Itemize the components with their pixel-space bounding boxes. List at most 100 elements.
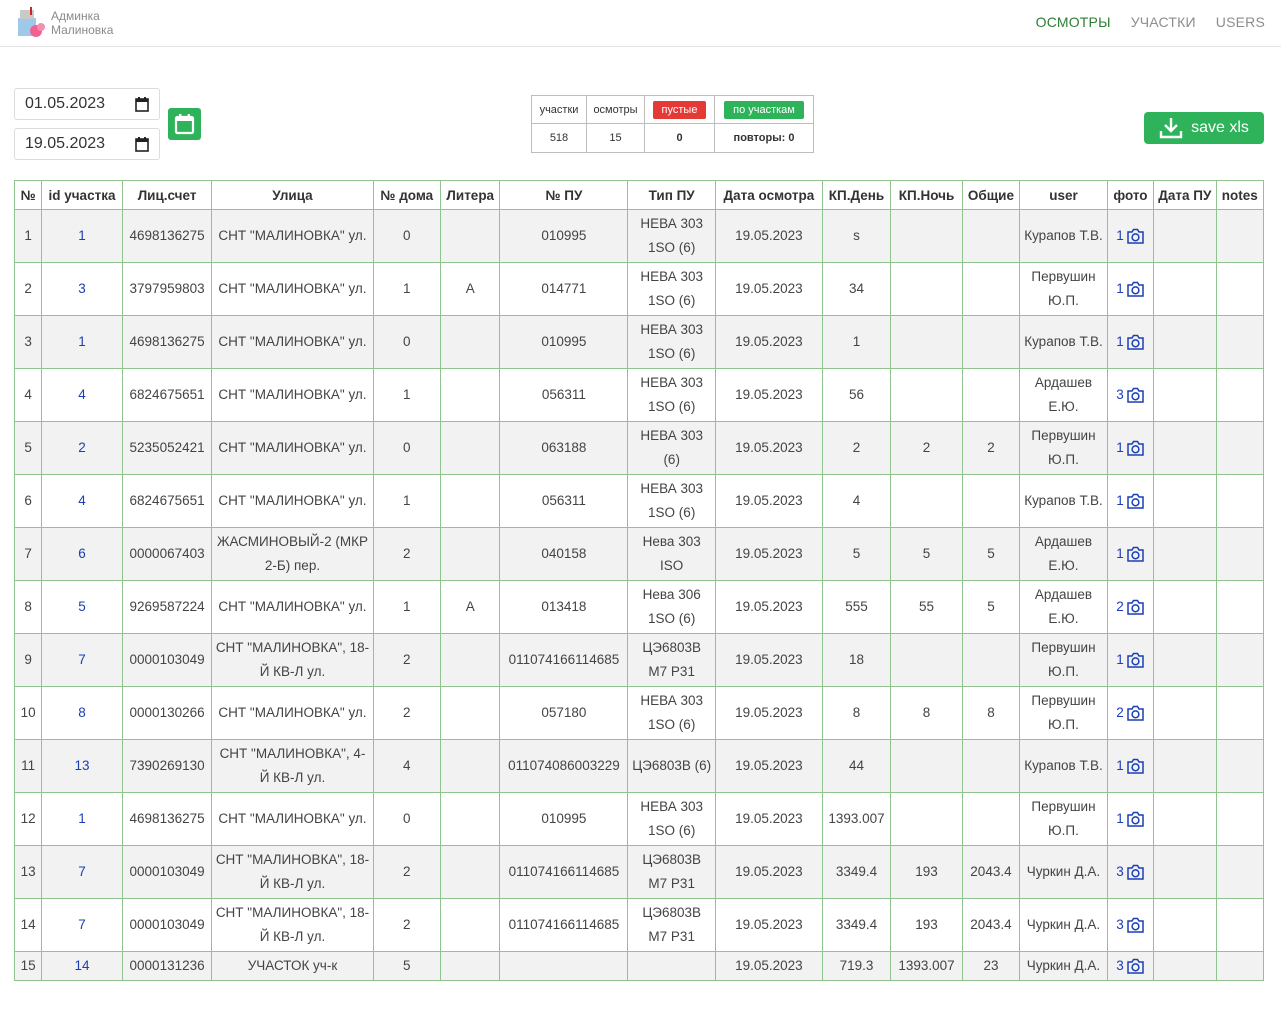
calendar-icon[interactable]: [135, 137, 149, 152]
cell-photo: 1: [1106, 792, 1155, 846]
cell-plot-id[interactable]: 4: [41, 474, 123, 528]
cell-meter-type: НЕВА 303 1SO (6): [627, 686, 716, 740]
cell-plot-id[interactable]: 1: [41, 209, 123, 263]
date-to-input[interactable]: 19.05.2023: [14, 128, 160, 160]
photo-link[interactable]: 1: [1116, 224, 1145, 248]
photo-count: 1: [1116, 440, 1124, 455]
cell-meter-no: 011074166114685: [499, 633, 629, 687]
date-from-value: 01.05.2023: [25, 95, 106, 112]
photo-link[interactable]: 1: [1116, 807, 1145, 831]
cell-house: 1: [372, 368, 442, 422]
date-from-input[interactable]: 01.05.2023: [14, 88, 160, 120]
cell-plot-id[interactable]: 14: [41, 951, 123, 981]
photo-link[interactable]: 1: [1116, 542, 1145, 566]
cell-notes: [1215, 580, 1265, 634]
camera-icon: [1126, 493, 1144, 509]
cell-plot-id[interactable]: 6: [41, 527, 123, 581]
cell-num: 10: [13, 686, 43, 740]
cell-plot-id[interactable]: 13: [41, 739, 123, 793]
photo-link[interactable]: 3: [1116, 383, 1145, 407]
cell-letter: [440, 315, 501, 369]
cell-letter: [440, 421, 501, 475]
nav-link-users[interactable]: USERS: [1216, 14, 1265, 30]
cell-letter: [440, 209, 501, 263]
cell-notes: [1215, 951, 1265, 981]
cell-plot-id[interactable]: 3: [41, 262, 123, 316]
cell-meter-date: [1153, 686, 1217, 740]
cell-meter-date: [1153, 792, 1217, 846]
cell-meter-type: ЦЭ6803В (6): [627, 739, 716, 793]
cell-plot-id[interactable]: 1: [41, 792, 123, 846]
save-xls-button[interactable]: save xls: [1144, 112, 1264, 144]
photo-link[interactable]: 1: [1116, 489, 1145, 513]
cell-account: 0000103049: [121, 898, 213, 952]
cell-kp-day: 1: [821, 315, 892, 369]
table-row: 3 1 4698136275 СНТ "МАЛИНОВКА" ул. 0 010995 НЕ…: [13, 315, 1265, 369]
brand-line-2: Малиновка: [51, 23, 114, 37]
photo-link[interactable]: 1: [1116, 754, 1145, 778]
photo-count: 3: [1116, 864, 1124, 879]
calendar-icon[interactable]: [135, 97, 149, 112]
nav-link-inspections[interactable]: ОСМОТРЫ: [1036, 14, 1111, 30]
cell-kp-night: [890, 792, 963, 846]
cell-photo: 3: [1106, 368, 1155, 422]
cell-meter-no: 013418: [499, 580, 629, 634]
photo-link[interactable]: 1: [1116, 277, 1145, 301]
raspberry-logo-icon[interactable]: [16, 6, 46, 38]
cell-account: 9269587224: [121, 580, 213, 634]
photo-link[interactable]: 3: [1116, 954, 1145, 978]
cell-plot-id[interactable]: 4: [41, 368, 123, 422]
cell-photo: 1: [1106, 209, 1155, 263]
photo-link[interactable]: 3: [1116, 860, 1145, 884]
photo-link[interactable]: 1: [1116, 330, 1145, 354]
photo-link[interactable]: 1: [1116, 436, 1145, 460]
empty-filter-button[interactable]: пустые: [652, 100, 707, 119]
table-body: 1 1 4698136275 СНТ "МАЛИНОВКА" ул. 0 010995 НЕ…: [13, 209, 1265, 981]
photo-link[interactable]: 2: [1116, 595, 1145, 619]
cell-photo: 2: [1106, 580, 1155, 634]
cell-num: 7: [13, 527, 43, 581]
main-nav: ОСМОТРЫ УЧАСТКИ USERS: [1036, 14, 1265, 30]
cell-total: 2043.4: [961, 898, 1021, 952]
brand-title[interactable]: Админка Малиновка: [51, 9, 113, 37]
cell-plot-id[interactable]: 7: [41, 898, 123, 952]
table-row: 11 13 7390269130 СНТ "МАЛИНОВКА", 4-Й КВ-Л …: [13, 739, 1265, 793]
photo-link[interactable]: 1: [1116, 648, 1145, 672]
stats-plots-value: 518: [531, 123, 587, 153]
cell-total: [961, 315, 1021, 369]
cell-house: 2: [372, 633, 442, 687]
cell-total: [961, 368, 1021, 422]
cell-meter-type: ЦЭ6803В М7 Р31: [627, 898, 716, 952]
cell-letter: [440, 686, 501, 740]
cell-plot-id[interactable]: 2: [41, 421, 123, 475]
cell-kp-night: [890, 368, 963, 422]
cell-street: СНТ "МАЛИНОВКА" ул.: [211, 368, 374, 422]
cell-plot-id[interactable]: 7: [41, 845, 123, 899]
photo-count: 1: [1116, 228, 1124, 243]
apply-dates-button[interactable]: [168, 108, 201, 140]
cell-plot-id[interactable]: 8: [41, 686, 123, 740]
column-header-meter-no: № ПУ: [499, 180, 629, 210]
camera-icon: [1126, 599, 1144, 615]
cell-plot-id[interactable]: 7: [41, 633, 123, 687]
by-plots-button[interactable]: по участкам: [724, 100, 804, 119]
cell-plot-id[interactable]: 5: [41, 580, 123, 634]
cell-street: УЧАСТОК уч-к: [211, 951, 374, 981]
stats-header-inspections: осмотры: [586, 95, 645, 124]
cell-kp-night: 1393.007: [890, 951, 963, 981]
nav-link-plots[interactable]: УЧАСТКИ: [1131, 14, 1196, 30]
cell-kp-night: 193: [890, 845, 963, 899]
cell-kp-day: 719.3: [821, 951, 892, 981]
cell-plot-id[interactable]: 1: [41, 315, 123, 369]
cell-kp-night: [890, 633, 963, 687]
cell-street: ЖАСМИНОВЫЙ-2 (МКР 2-Б) пер.: [211, 527, 374, 581]
table-row: 12 1 4698136275 СНТ "МАЛИНОВКА" ул. 0 010995 Н…: [13, 792, 1265, 846]
cell-street: СНТ "МАЛИНОВКА" ул.: [211, 792, 374, 846]
cell-photo: 3: [1106, 951, 1155, 981]
cell-num: 12: [13, 792, 43, 846]
cell-meter-no: 010995: [499, 315, 629, 369]
cell-notes: [1215, 315, 1265, 369]
cell-kp-night: [890, 209, 963, 263]
photo-link[interactable]: 3: [1116, 913, 1145, 937]
photo-link[interactable]: 2: [1116, 701, 1145, 725]
